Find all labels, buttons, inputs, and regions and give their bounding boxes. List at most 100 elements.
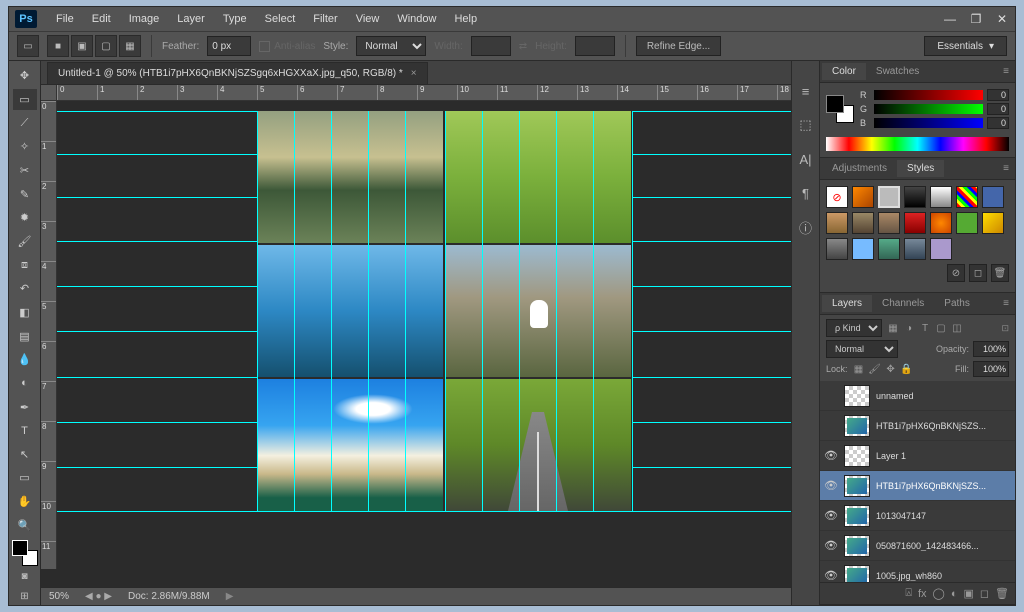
- zoom-tool[interactable]: 🔍: [13, 514, 37, 536]
- filter-adjust-icon[interactable]: ◑: [902, 321, 916, 335]
- new-style-icon[interactable]: ◻: [969, 264, 987, 282]
- style-swatch[interactable]: [982, 212, 1004, 234]
- nav-icons[interactable]: ◀ ● ▶: [85, 591, 112, 602]
- move-tool[interactable]: ✥: [13, 65, 37, 87]
- antialias-checkbox[interactable]: Anti-alias: [259, 41, 315, 52]
- paragraph-icon[interactable]: ¶: [796, 183, 816, 203]
- style-swatch[interactable]: [852, 238, 874, 260]
- menu-image[interactable]: Image: [120, 9, 169, 29]
- color-slider-g[interactable]: [874, 104, 983, 114]
- style-select[interactable]: Normal: [356, 36, 426, 56]
- opacity-input[interactable]: [973, 341, 1009, 357]
- layer-mask-icon[interactable]: ◯: [933, 587, 945, 600]
- screen-mode-toggle[interactable]: ⊞: [14, 587, 36, 605]
- hand-tool[interactable]: ✋: [13, 491, 37, 513]
- delete-style-icon[interactable]: 🗑: [991, 264, 1009, 282]
- color-fgbg-swatch[interactable]: [826, 95, 854, 123]
- vertical-ruler[interactable]: 0123456789101112: [41, 101, 57, 569]
- history-brush-tool[interactable]: ↶: [13, 278, 37, 300]
- menu-select[interactable]: Select: [256, 9, 305, 29]
- style-swatch[interactable]: [956, 212, 978, 234]
- layer-thumbnail[interactable]: [844, 415, 870, 437]
- gradient-tool[interactable]: ▤: [13, 325, 37, 347]
- visibility-toggle[interactable]: 👁: [824, 539, 838, 552]
- tab-styles[interactable]: Styles: [897, 160, 944, 177]
- filter-toggle[interactable]: ⊡: [1001, 323, 1009, 334]
- horizontal-ruler[interactable]: 0123456789101112131415161718192021: [57, 85, 791, 101]
- guide-vertical[interactable]: [405, 111, 406, 511]
- feather-input[interactable]: [207, 36, 251, 56]
- adjustment-layer-icon[interactable]: ◐: [951, 588, 958, 600]
- visibility-toggle[interactable]: 👁: [824, 449, 838, 462]
- style-swatch[interactable]: [878, 186, 900, 208]
- tab-channels[interactable]: Channels: [872, 295, 934, 312]
- menu-filter[interactable]: Filter: [304, 9, 346, 29]
- panel-menu-icon[interactable]: ≡: [997, 66, 1015, 77]
- lock-pixels-icon[interactable]: 🖌: [868, 362, 882, 376]
- filter-pixel-icon[interactable]: ▦: [886, 321, 900, 335]
- filter-type-icon[interactable]: T: [918, 321, 932, 335]
- layer-row[interactable]: unnamed: [820, 381, 1015, 411]
- color-slider-r[interactable]: [874, 90, 983, 100]
- eraser-tool[interactable]: ◧: [13, 302, 37, 324]
- menu-window[interactable]: Window: [388, 9, 445, 29]
- status-flyout[interactable]: ▶: [226, 591, 234, 602]
- refine-edge-button[interactable]: Refine Edge...: [636, 36, 721, 56]
- dodge-tool[interactable]: ◐: [13, 373, 37, 395]
- style-swatch[interactable]: [878, 238, 900, 260]
- canvas-viewport[interactable]: [57, 101, 791, 569]
- subtract-selection[interactable]: ▢: [95, 35, 117, 57]
- layer-thumbnail[interactable]: [844, 535, 870, 557]
- marquee-tool[interactable]: ▭: [13, 89, 37, 111]
- tab-adjustments[interactable]: Adjustments: [822, 160, 897, 177]
- type-tool[interactable]: T: [13, 420, 37, 442]
- style-swatch[interactable]: ⊘: [826, 186, 848, 208]
- clone-stamp-tool[interactable]: ⧈: [13, 254, 37, 276]
- eyedropper-tool[interactable]: ✎: [13, 183, 37, 205]
- lock-position-icon[interactable]: ✥: [884, 362, 898, 376]
- style-swatch[interactable]: [852, 186, 874, 208]
- color-value-b[interactable]: 0: [987, 117, 1009, 129]
- ruler-origin[interactable]: [41, 85, 57, 101]
- layer-row[interactable]: 👁1005.jpg_wh860: [820, 561, 1015, 582]
- guide-vertical[interactable]: [556, 111, 557, 511]
- tab-swatches[interactable]: Swatches: [866, 63, 929, 80]
- layer-fx-icon[interactable]: fx: [918, 588, 927, 600]
- layer-row[interactable]: 👁HTB1i7pHX6QnBKNjSZS...: [820, 471, 1015, 501]
- layer-thumbnail[interactable]: [844, 505, 870, 527]
- layer-row[interactable]: HTB1i7pHX6QnBKNjSZS...: [820, 411, 1015, 441]
- fill-input[interactable]: [973, 361, 1009, 377]
- quick-mask-toggle[interactable]: ◙: [14, 568, 36, 586]
- visibility-toggle[interactable]: 👁: [824, 479, 838, 492]
- blur-tool[interactable]: 💧: [13, 349, 37, 371]
- style-swatch[interactable]: [930, 212, 952, 234]
- style-swatch[interactable]: [956, 186, 978, 208]
- tab-color[interactable]: Color: [822, 63, 866, 80]
- add-selection[interactable]: ▣: [71, 35, 93, 57]
- brush-tool[interactable]: 🖌: [13, 231, 37, 253]
- layer-thumbnail[interactable]: [844, 385, 870, 407]
- intersect-selection[interactable]: ▦: [119, 35, 141, 57]
- layer-row[interactable]: 👁050871600_142483466...: [820, 531, 1015, 561]
- guide-horizontal[interactable]: [57, 511, 791, 512]
- menu-type[interactable]: Type: [214, 9, 256, 29]
- close-button[interactable]: ✕: [989, 10, 1015, 28]
- guide-vertical[interactable]: [294, 111, 295, 511]
- filter-shape-icon[interactable]: ▢: [934, 321, 948, 335]
- layer-row[interactable]: 👁Layer 1: [820, 441, 1015, 471]
- shape-tool[interactable]: ▭: [13, 467, 37, 489]
- minimize-button[interactable]: —: [937, 10, 963, 28]
- guide-vertical[interactable]: [331, 111, 332, 511]
- style-swatch[interactable]: [930, 186, 952, 208]
- guide-vertical[interactable]: [632, 111, 633, 511]
- style-swatch[interactable]: [826, 238, 848, 260]
- new-layer-icon[interactable]: ◻: [980, 587, 989, 600]
- guide-vertical[interactable]: [482, 111, 483, 511]
- link-layers-icon[interactable]: ⍓: [905, 587, 912, 600]
- guide-vertical[interactable]: [519, 111, 520, 511]
- canvas[interactable]: [257, 111, 632, 511]
- lock-all-icon[interactable]: 🔒: [900, 362, 914, 376]
- menu-help[interactable]: Help: [445, 9, 486, 29]
- color-spectrum[interactable]: [826, 137, 1009, 151]
- group-icon[interactable]: ▣: [963, 587, 973, 600]
